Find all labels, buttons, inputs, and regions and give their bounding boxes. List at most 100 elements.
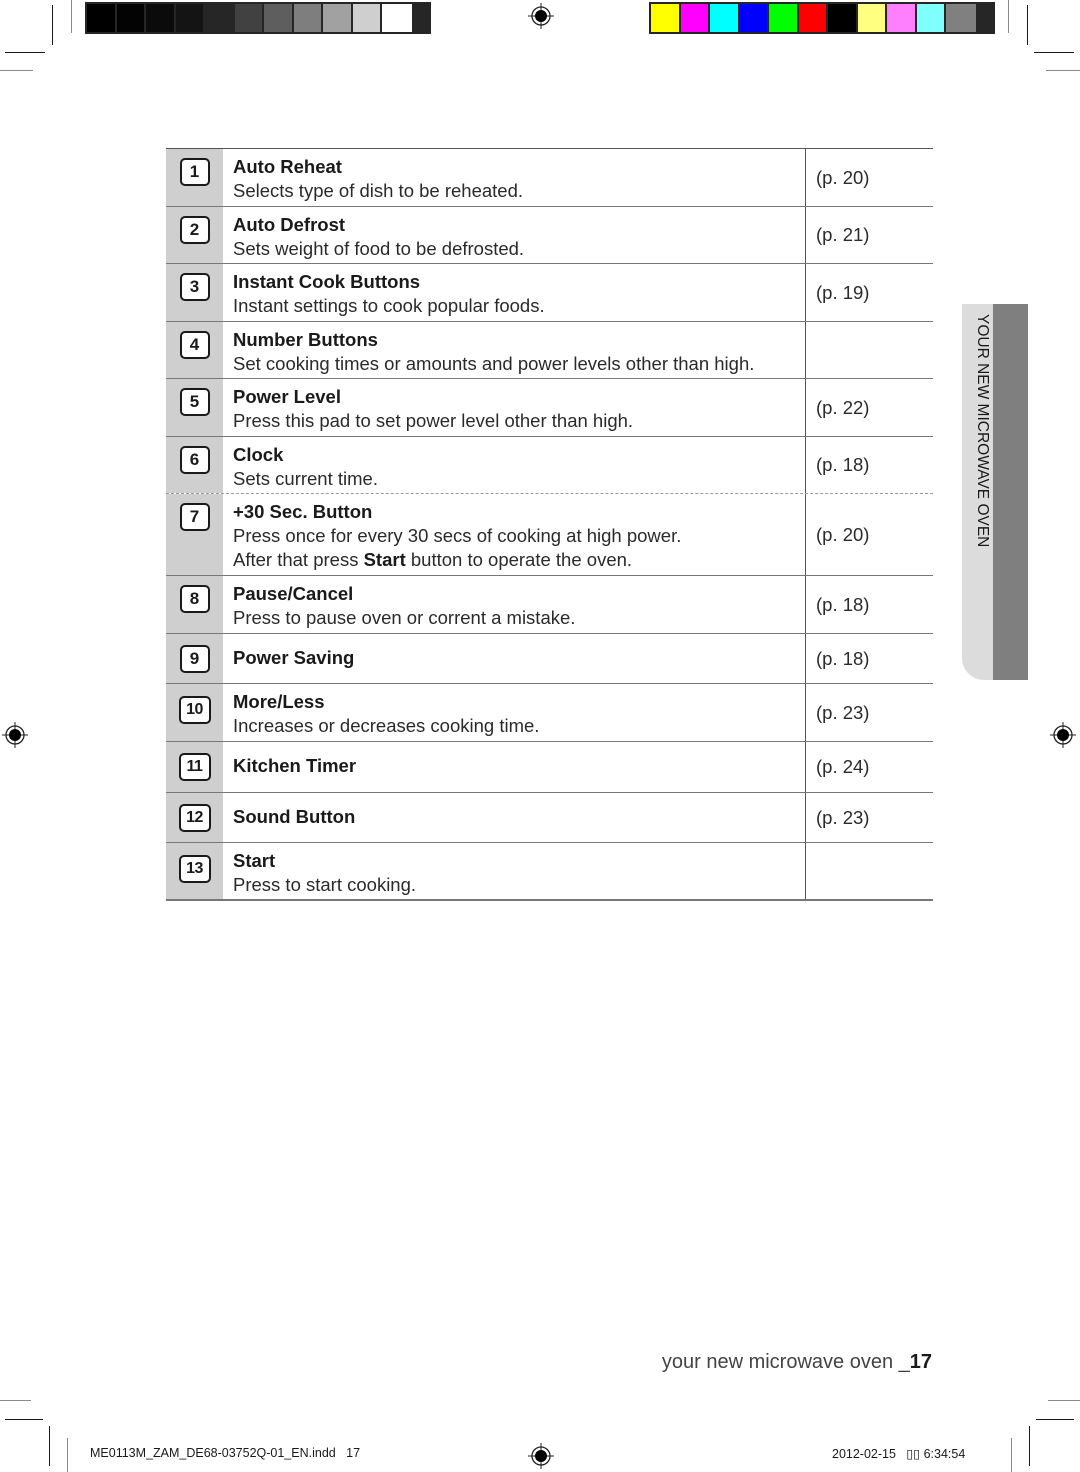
gray-swatch — [352, 4, 382, 32]
button-number-badge: 6 — [179, 446, 210, 474]
crop-mark — [1048, 1400, 1080, 1401]
section-label: your new microwave oven _ — [661, 1351, 910, 1373]
row-title: More/Less — [233, 691, 325, 712]
description-cell: Power Saving — [223, 634, 806, 683]
description-cell: Instant Cook Buttons Instant settings to… — [223, 264, 806, 321]
row-title: Sound Button — [233, 806, 356, 827]
row-description: Press this pad to set power level other … — [233, 410, 634, 431]
table-row: 11 Kitchen Timer (p. 24) — [166, 742, 933, 793]
row-title: Clock — [233, 444, 284, 465]
page-reference — [806, 322, 933, 378]
row-description: Sets current time. — [233, 468, 378, 489]
color-calibration-bar — [649, 2, 995, 34]
registration-mark-icon — [2, 722, 28, 748]
table-row: 1 Auto Reheat Selects type of dish to be… — [166, 149, 933, 207]
registration-mark-icon — [528, 1443, 554, 1469]
number-cell: 5 — [166, 379, 223, 436]
crop-mark — [1029, 1426, 1030, 1466]
gray-swatch — [205, 4, 235, 32]
table-row: 4 Number Buttons Set cooking times or am… — [166, 322, 933, 379]
crop-mark — [1027, 5, 1028, 45]
button-number-badge: 9 — [179, 645, 210, 673]
print-timestamp: 2012-02-15 ▯▯ 6:34:54 — [832, 1447, 966, 1461]
row-title: Auto Reheat — [233, 156, 342, 177]
gray-swatch — [116, 4, 146, 32]
row-description: Press once for every 30 secs of cooking … — [233, 525, 682, 546]
button-number-badge: 12 — [178, 804, 211, 832]
crop-mark — [1036, 1419, 1074, 1420]
text-run: After that press — [233, 549, 364, 570]
table-row: 3 Instant Cook Buttons Instant settings … — [166, 264, 933, 322]
row-description: Set cooking times or amounts and power l… — [233, 353, 755, 374]
text-run: button to operate the oven. — [405, 549, 633, 570]
table-row: 5 Power Level Press this pad to set powe… — [166, 379, 933, 437]
color-swatch — [887, 4, 917, 32]
row-title: Kitchen Timer — [233, 755, 357, 776]
crop-mark — [1011, 1438, 1012, 1472]
row-title: Auto Defrost — [233, 214, 346, 235]
row-description: Selects type of dish to be reheated. — [233, 180, 524, 201]
crop-mark — [67, 1438, 68, 1472]
table-row: 10 More/Less Increases or decreases cook… — [166, 684, 933, 742]
grayscale-calibration-bar — [85, 2, 431, 34]
page-reference: (p. 18) — [816, 647, 870, 669]
button-number-badge: 2 — [179, 216, 210, 244]
button-number-badge: 3 — [179, 273, 210, 301]
number-cell: 8 — [166, 576, 223, 633]
table-row: 2 Auto Defrost Sets weight of food to be… — [166, 207, 933, 264]
number-cell: 1 — [166, 149, 223, 206]
row-title: Instant Cook Buttons — [233, 271, 421, 292]
description-cell: Clock Sets current time. — [223, 437, 806, 493]
page-reference: (p. 20) — [816, 523, 870, 545]
chapter-label: YOUR NEW MICROWAVE OVEN — [974, 314, 991, 548]
color-swatch — [946, 4, 976, 32]
bold-text-run: Start — [363, 549, 406, 570]
page-footer: your new microwave oven _17 — [662, 1351, 932, 1374]
gray-swatch — [264, 4, 294, 32]
gray-swatch — [87, 4, 117, 32]
crop-mark — [71, 0, 72, 33]
registration-mark-icon — [528, 3, 554, 29]
description-cell: Sound Button — [223, 793, 806, 842]
row-title: Pause/Cancel — [233, 583, 354, 604]
color-swatch — [739, 4, 769, 32]
row-title: Power Saving — [233, 647, 355, 668]
table-row: 13 Start Press to start cooking. — [166, 843, 933, 901]
number-cell: 11 — [166, 742, 223, 792]
side-tab-dark-band — [993, 304, 1028, 680]
number-cell: 9 — [166, 634, 223, 683]
button-number-badge: 11 — [178, 753, 211, 781]
crop-mark — [1034, 52, 1074, 53]
row-description: Increases or decreases cooking time. — [233, 715, 540, 736]
button-number-badge: 1 — [179, 158, 210, 186]
row-description: Press to pause oven or corrent a mistake… — [233, 607, 576, 628]
description-cell: Number Buttons Set cooking times or amou… — [223, 322, 806, 378]
button-number-badge: 10 — [178, 696, 211, 724]
button-number-badge: 13 — [178, 855, 211, 883]
registration-mark-icon — [1050, 722, 1076, 748]
row-description: Press to start cooking. — [233, 874, 417, 895]
color-swatch — [680, 4, 710, 32]
number-cell: 2 — [166, 207, 223, 263]
page-reference: (p. 19) — [816, 281, 870, 303]
description-cell: Power Level Press this pad to set power … — [223, 379, 806, 436]
description-cell: +30 Sec. Button Press once for every 30 … — [223, 494, 806, 575]
chapter-side-tab: YOUR NEW MICROWAVE OVEN — [962, 304, 1028, 680]
crop-mark — [5, 1419, 43, 1420]
row-title: +30 Sec. Button — [233, 501, 373, 522]
row-title: Power Level — [233, 386, 341, 407]
gray-swatch — [382, 4, 412, 32]
table-row: 9 Power Saving (p. 18) — [166, 634, 933, 684]
number-cell: 10 — [166, 684, 223, 741]
button-number-badge: 5 — [179, 388, 210, 416]
gray-swatch — [146, 4, 176, 32]
crop-mark — [49, 1426, 50, 1466]
crop-mark — [1046, 70, 1080, 71]
row-description-line-2: After that press Start button to operate… — [233, 548, 805, 572]
control-panel-table: 1 Auto Reheat Selects type of dish to be… — [166, 148, 933, 901]
button-number-badge: 8 — [179, 585, 210, 613]
page-reference: (p. 18) — [816, 454, 870, 475]
crop-mark — [52, 5, 53, 45]
row-description: Instant settings to cook popular foods. — [233, 295, 545, 316]
number-cell: 13 — [166, 843, 223, 899]
